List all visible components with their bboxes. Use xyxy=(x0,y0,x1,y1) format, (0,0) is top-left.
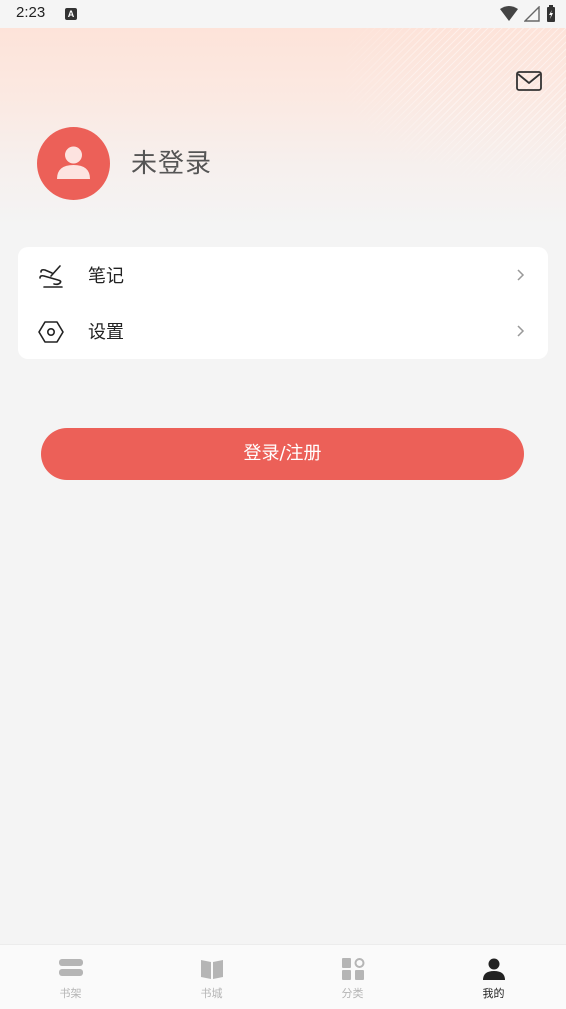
status-bar: 2:23 A xyxy=(0,0,566,28)
tab-label: 我的 xyxy=(482,987,505,1000)
battery-icon xyxy=(547,5,555,22)
menu-item-label: 设置 xyxy=(88,322,124,343)
status-icons xyxy=(500,5,556,23)
chevron-right-icon xyxy=(517,325,525,337)
bottom-tab-bar: 书架 书城 分类 我的 xyxy=(0,944,566,1009)
tab-label: 分类 xyxy=(341,987,364,1000)
category-grid-icon xyxy=(342,958,365,980)
tab-label: 书城 xyxy=(200,987,223,1000)
person-icon xyxy=(57,146,90,179)
notification-indicator-icon: A xyxy=(65,8,77,20)
tab-bookstore[interactable]: 书城 xyxy=(141,945,282,1009)
hexagon-settings-icon xyxy=(38,321,64,343)
tab-bookshelf[interactable]: 书架 xyxy=(0,945,141,1009)
tab-category[interactable]: 分类 xyxy=(282,945,423,1009)
chevron-right-icon xyxy=(517,269,525,281)
avatar[interactable] xyxy=(37,127,110,200)
bookshelf-icon xyxy=(59,959,83,976)
menu-card: 笔记 设置 xyxy=(18,247,548,359)
tab-label: 书架 xyxy=(59,987,82,1000)
status-time: 2:23 xyxy=(16,4,46,21)
login-status-name[interactable]: 未登录 xyxy=(131,143,212,180)
note-icon xyxy=(39,265,63,288)
decorative-stripes xyxy=(346,28,566,178)
signal-icon xyxy=(524,6,540,22)
tab-mine[interactable]: 我的 xyxy=(423,945,564,1009)
wifi-icon xyxy=(500,6,518,21)
menu-item-settings[interactable]: 设置 xyxy=(18,303,548,359)
mail-icon[interactable] xyxy=(515,70,543,92)
menu-item-label: 笔记 xyxy=(88,266,124,287)
person-icon xyxy=(483,958,505,980)
login-register-button[interactable]: 登录/注册 xyxy=(41,428,524,480)
menu-item-notes[interactable]: 笔记 xyxy=(18,247,548,303)
book-open-icon xyxy=(201,960,223,979)
